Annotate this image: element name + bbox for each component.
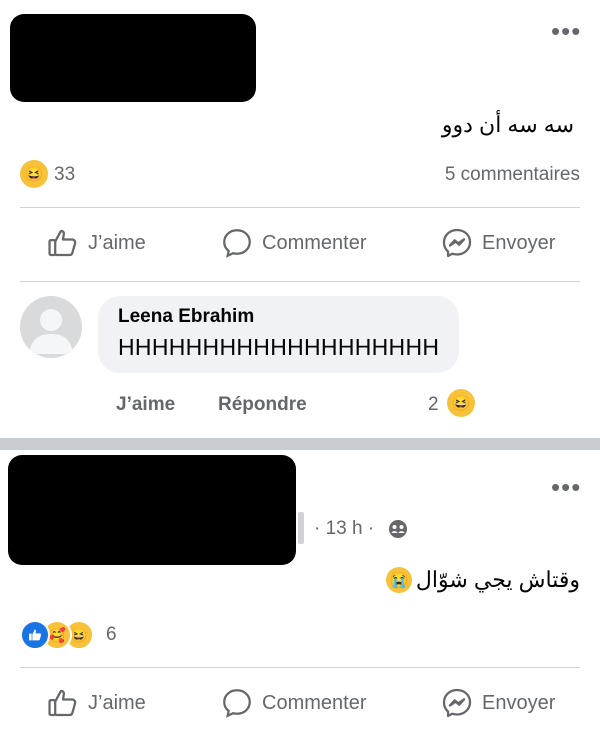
reaction-icons[interactable]: 🥰 😆	[20, 620, 94, 650]
messenger-icon	[442, 688, 472, 718]
thumbs-up-icon	[48, 229, 77, 257]
crying-face-emoji: 😭	[385, 567, 412, 593]
post2-text-row: 😭 وقتاش يجي شوّال	[385, 567, 580, 593]
divider	[20, 207, 580, 208]
comment-text: HHHHHHHHHHHHHHHHHHH	[118, 334, 440, 360]
comment-author[interactable]: Leena Ebrahim	[118, 306, 439, 328]
divider	[20, 667, 580, 668]
send-label: Envoyer	[482, 231, 556, 254]
like-button[interactable]: J’aime	[46, 686, 146, 720]
reaction-count[interactable]: 6	[106, 624, 117, 646]
messenger-icon	[442, 228, 472, 258]
post-text: وقتاش يجي شوّال	[415, 567, 580, 592]
redacted-author-block	[8, 455, 296, 565]
haha-emoji[interactable]: 😆	[20, 160, 48, 188]
reaction-count[interactable]: 33	[54, 164, 75, 186]
post-separator	[0, 438, 600, 450]
comment-bubble-icon	[223, 229, 251, 258]
more-options-icon[interactable]: •••	[551, 18, 581, 44]
divider	[20, 281, 580, 282]
more-options-icon[interactable]: •••	[551, 474, 581, 500]
haha-emoji[interactable]: 😆	[447, 389, 475, 417]
send-label: Envoyer	[482, 691, 556, 714]
post-timestamp[interactable]: · 13 h ·	[314, 518, 374, 540]
redacted-author-block	[10, 14, 256, 102]
avatar[interactable]	[20, 296, 82, 358]
like-label: J’aime	[88, 691, 146, 714]
comment-label: Commenter	[262, 691, 367, 714]
send-button[interactable]: Envoyer	[440, 686, 555, 720]
post-text: سه سه أن دوو	[441, 112, 574, 137]
like-button[interactable]: J’aime	[46, 226, 146, 260]
comment-reply-button[interactable]: Répondre	[218, 394, 307, 416]
comment-bubble-icon	[223, 689, 251, 718]
comments-count-link[interactable]: 5 commentaires	[445, 164, 580, 186]
name-edge	[298, 512, 304, 544]
thumbs-up-icon	[48, 689, 77, 717]
comment-bubble: Leena Ebrahim HHHHHHHHHHHHHHHHHHH	[98, 296, 460, 373]
comment-button[interactable]: Commenter	[220, 686, 366, 720]
comment-like-button[interactable]: J’aime	[116, 394, 175, 416]
comment-reaction-count[interactable]: 2	[428, 394, 439, 416]
friends-audience-icon[interactable]	[388, 519, 408, 539]
comment-button[interactable]: Commenter	[220, 226, 366, 260]
comment-label: Commenter	[262, 231, 367, 254]
like-label: J’aime	[88, 231, 146, 254]
send-button[interactable]: Envoyer	[440, 226, 555, 260]
like-emoji	[20, 620, 50, 650]
